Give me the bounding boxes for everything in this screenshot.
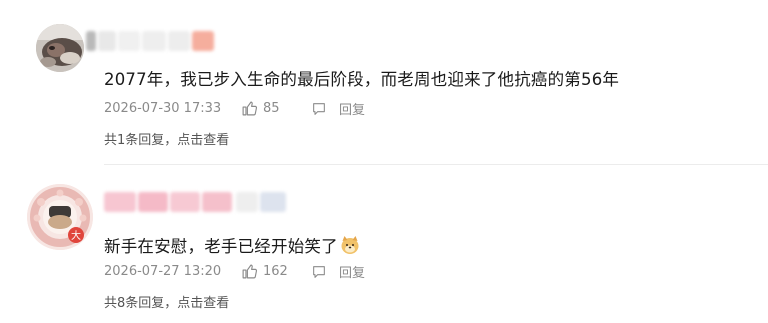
avatar-badge: 大 [71, 229, 81, 242]
reply-button[interactable]: 回复 [311, 99, 365, 118]
like-button[interactable]: 85 [241, 100, 311, 117]
username-blurred[interactable] [86, 31, 216, 51]
like-count: 85 [263, 101, 280, 116]
comment-divider [104, 164, 768, 165]
reply-label: 回复 [339, 266, 366, 281]
comment-text: 新手在安慰，老手已经开始笑了 [104, 233, 360, 259]
like-button[interactable]: 162 [241, 263, 311, 280]
username-blurred[interactable] [104, 192, 294, 212]
thumbs-up-icon [242, 101, 258, 116]
comment-item: 2077年，我已步入生命的最后阶段，而老周也迎来了他抗癌的第56年 2026-0… [0, 0, 768, 164]
comment-bubble-icon [313, 265, 325, 278]
view-replies-link[interactable]: 共8条回复，点击查看 [104, 292, 229, 311]
comment-timestamp: 2026-07-30 17:33 [104, 101, 222, 116]
reply-button[interactable]: 回复 [311, 262, 365, 281]
user-avatar[interactable] [36, 24, 84, 72]
cartoon-wreath-avatar-icon: 大 [27, 184, 93, 250]
comment-timestamp: 2026-07-27 13:20 [104, 264, 222, 279]
comment-meta: 2026-07-30 17:33 85 回复 [104, 99, 365, 118]
thumbs-up-icon [242, 264, 258, 279]
doge-emoji-icon [340, 235, 360, 259]
reply-label: 回复 [339, 103, 366, 118]
view-replies-link[interactable]: 共1条回复，点击查看 [104, 129, 229, 148]
user-avatar[interactable]: 大 [27, 184, 93, 250]
comment-item: 大 新手在安慰，老手已经开始笑了 2026-07-27 13:20 162 回复… [0, 166, 768, 323]
dog-photo-avatar-icon [36, 24, 84, 72]
comment-meta: 2026-07-27 13:20 162 回复 [104, 262, 365, 281]
comment-text: 2077年，我已步入生命的最后阶段，而老周也迎来了他抗癌的第56年 [104, 70, 620, 89]
comment-text-content: 新手在安慰，老手已经开始笑了 [104, 237, 338, 256]
comment-bubble-icon [313, 102, 325, 115]
like-count: 162 [263, 264, 288, 279]
